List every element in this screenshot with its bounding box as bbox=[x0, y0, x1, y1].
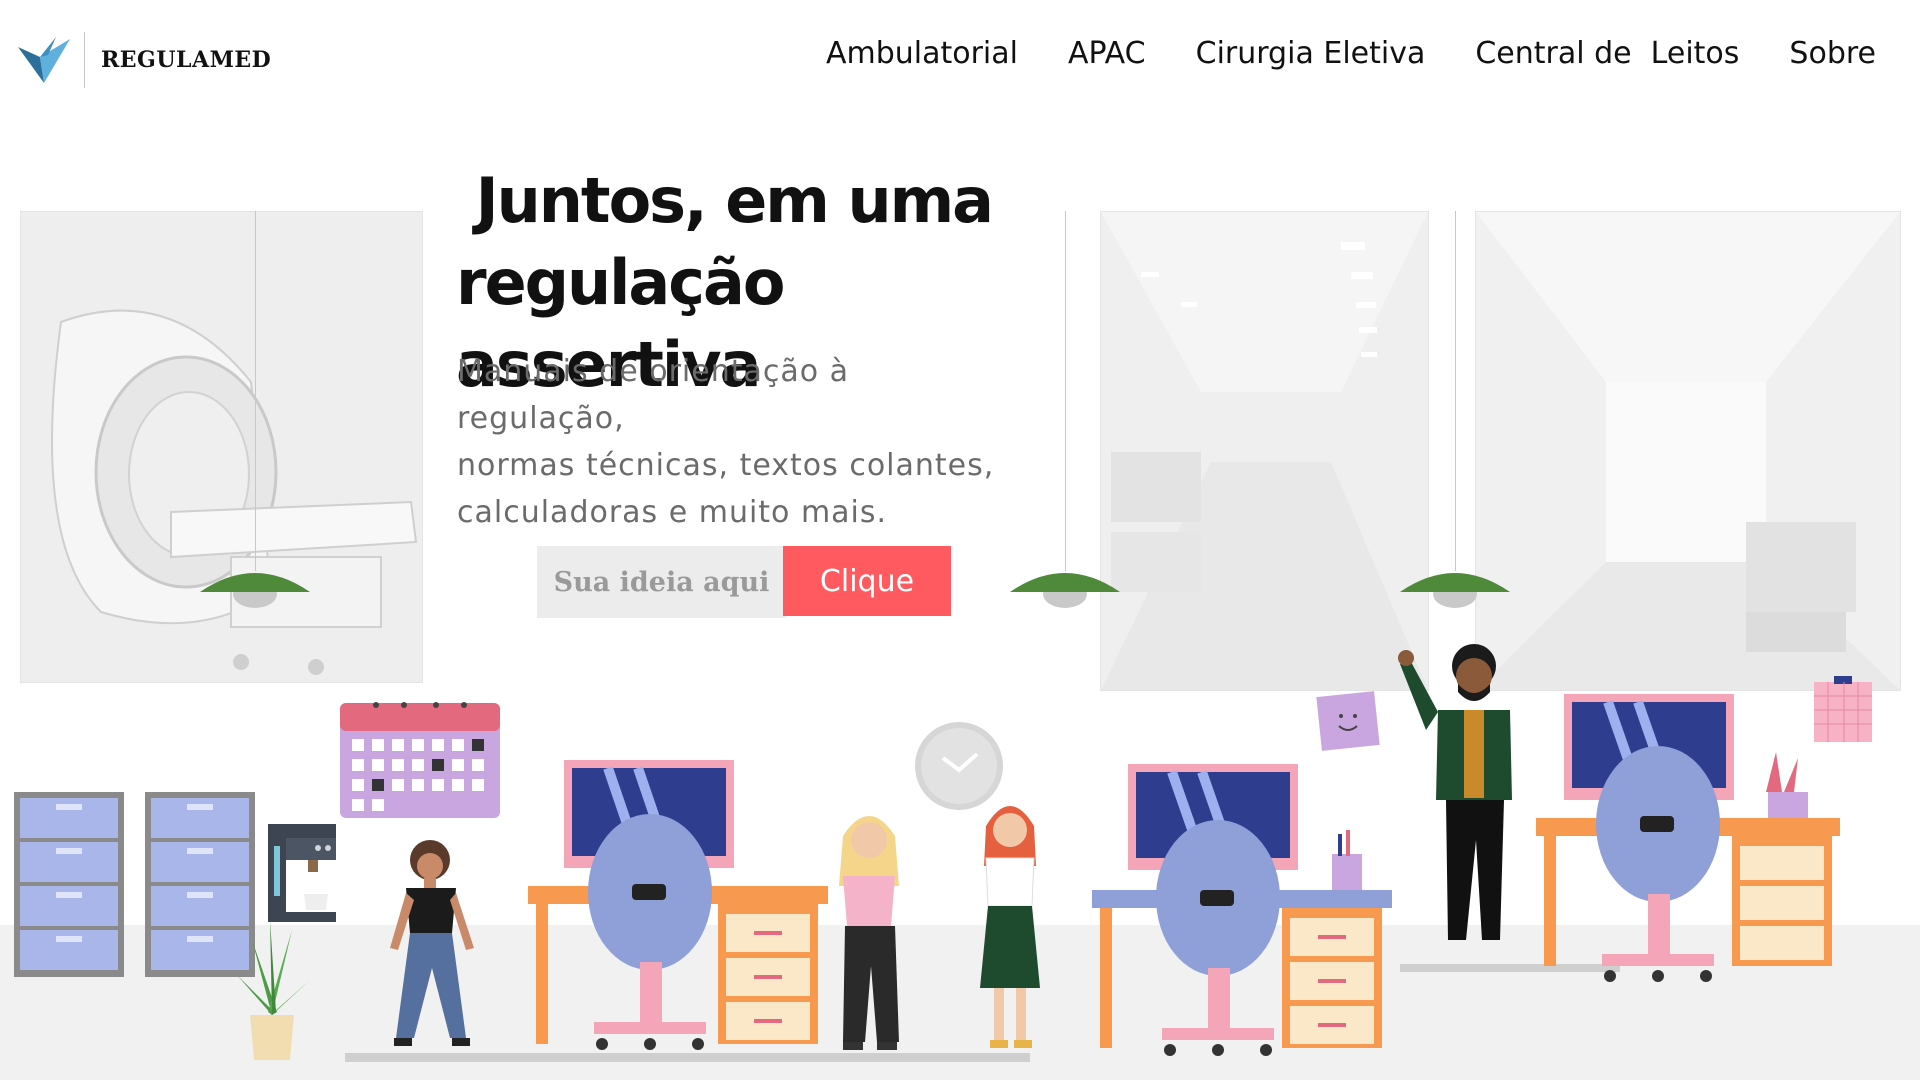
nav-apac[interactable]: APAC bbox=[1068, 36, 1146, 71]
pendant-lamp bbox=[1400, 573, 1510, 608]
brand-name: REGULAMED bbox=[101, 47, 272, 73]
hero-title-line-1: Juntos, em uma bbox=[456, 164, 994, 237]
hero-subtitle-line-3: calculadoras e muito mais. bbox=[457, 495, 888, 530]
person-walking bbox=[390, 840, 474, 1046]
lamp-cord bbox=[255, 211, 256, 571]
main-nav: Ambulatorial APAC Cirurgia Eletiva Centr… bbox=[826, 36, 1876, 71]
nav-cirurgia-eletiva[interactable]: Cirurgia Eletiva bbox=[1196, 36, 1426, 71]
hospital-ward-photo bbox=[1100, 211, 1429, 691]
person-standing-blonde bbox=[839, 816, 899, 1050]
coffee-machine bbox=[268, 824, 336, 922]
sticky-note-icon bbox=[1316, 691, 1380, 751]
pendant-lamp bbox=[200, 573, 310, 608]
idea-input[interactable] bbox=[537, 546, 786, 618]
mri-scanner-photo bbox=[20, 211, 423, 683]
office-chair bbox=[588, 814, 712, 1050]
person-waving bbox=[1398, 644, 1512, 952]
nav-central-de-leitos[interactable]: Central de Leitos bbox=[1475, 36, 1739, 71]
hospital-corridor-photo bbox=[1475, 211, 1901, 691]
hero-subtitle: Manuais de orientação à regulação, norma… bbox=[457, 348, 1027, 536]
potted-plant bbox=[237, 920, 310, 1060]
logo-divider bbox=[84, 32, 85, 88]
origami-bird-icon bbox=[18, 37, 70, 83]
office-chair bbox=[1156, 820, 1280, 1056]
office-chair bbox=[1596, 746, 1720, 982]
brand-logo[interactable]: REGULAMED bbox=[18, 30, 271, 90]
submit-button[interactable]: Clique bbox=[783, 546, 951, 616]
wall-calendar bbox=[340, 702, 500, 818]
person-standing-redhead bbox=[980, 806, 1040, 1048]
pendant-lamp bbox=[1010, 573, 1120, 608]
hero-subtitle-line-1: Manuais de orientação à regulação, bbox=[457, 354, 850, 436]
hero-subtitle-line-2: normas técnicas, textos colantes, bbox=[457, 448, 995, 483]
nav-ambulatorial[interactable]: Ambulatorial bbox=[826, 36, 1018, 71]
nav-sobre[interactable]: Sobre bbox=[1789, 36, 1876, 71]
filing-cabinet bbox=[14, 792, 124, 977]
lamp-cord bbox=[1455, 211, 1456, 571]
